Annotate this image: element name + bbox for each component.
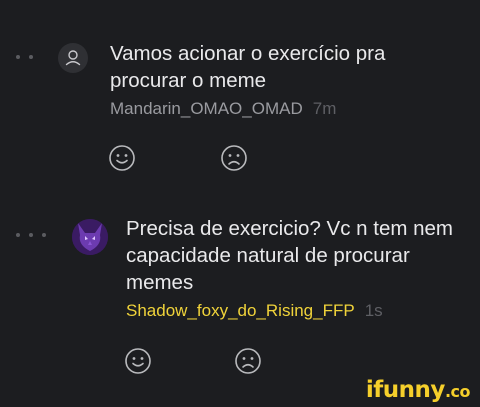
smile-icon[interactable]	[108, 144, 136, 172]
comment-meta: Mandarin_OMAO_OMAD 7m	[110, 98, 460, 120]
comment-meta: Shadow_foxy_do_Rising_FFP 1s	[126, 300, 466, 322]
author-name[interactable]: Shadow_foxy_do_Rising_FFP	[126, 300, 355, 322]
frown-icon[interactable]	[234, 347, 262, 375]
purple-creature-avatar	[72, 219, 108, 255]
smile-icon[interactable]	[124, 347, 152, 375]
comment-body: Vamos acionar o exercício pra procurar o…	[110, 40, 460, 120]
comment-text: Precisa de exercicio? Vc n tem nem capac…	[126, 217, 453, 294]
reaction-bar	[108, 144, 248, 172]
reaction-bar	[124, 347, 262, 375]
author-name[interactable]: Mandarin_OMAO_OMAD	[110, 98, 303, 120]
timestamp: 7m	[312, 99, 337, 118]
comment-body: Precisa de exercicio? Vc n tem nem capac…	[126, 215, 466, 322]
frown-icon[interactable]	[220, 144, 248, 172]
thread-indent-dots	[16, 233, 46, 237]
timestamp: 1s	[364, 301, 383, 320]
watermark-main: ifunny	[365, 377, 446, 403]
comment-text: Vamos acionar o exercício pra procurar o…	[110, 42, 386, 92]
ifunny-watermark: ifunny.co	[365, 377, 471, 403]
avatar[interactable]	[72, 219, 108, 255]
thread-indent-dots	[16, 55, 33, 59]
avatar[interactable]	[58, 43, 88, 73]
default-user-icon	[65, 50, 81, 66]
watermark-suffix: .co	[444, 382, 471, 401]
